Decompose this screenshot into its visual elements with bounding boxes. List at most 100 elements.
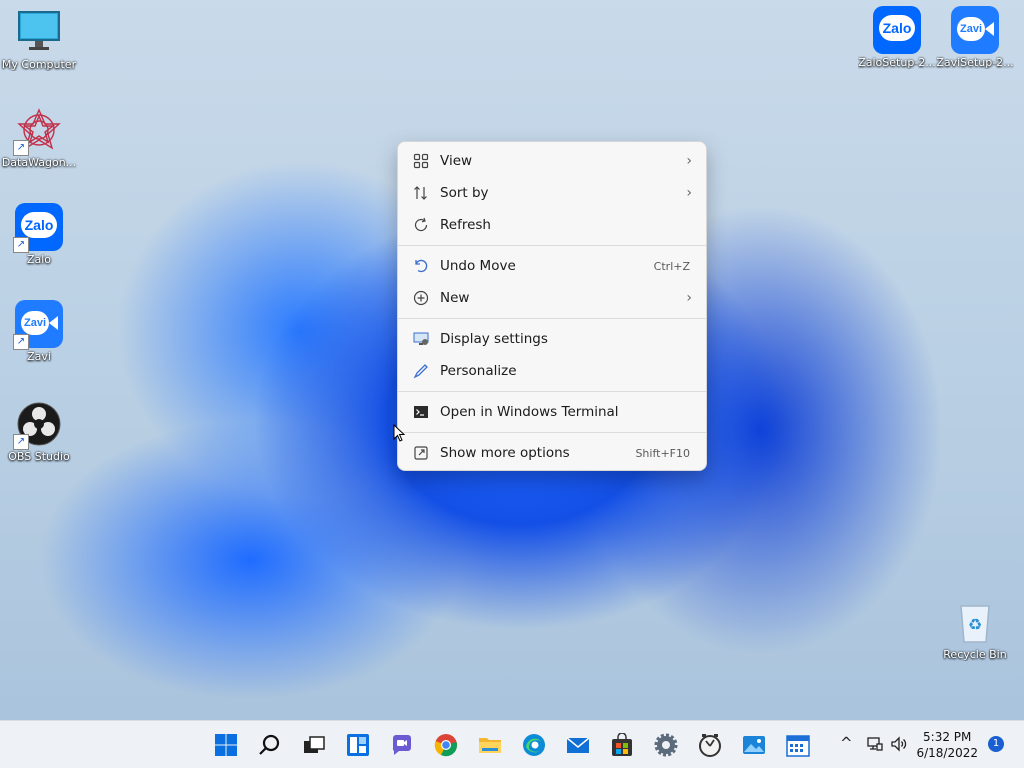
edge-icon — [523, 734, 545, 756]
menu-item-personalize[interactable]: Personalize — [398, 355, 706, 387]
menu-item-label: Undo Move — [440, 258, 516, 274]
desktop-icon-zalo[interactable]: Zalo ↗ Zalo — [0, 203, 78, 266]
mail-button[interactable] — [562, 729, 594, 761]
desktop-icon-zavi-setup[interactable]: Zavi ZaviSetup-2... — [936, 6, 1014, 69]
shortcut-arrow-icon: ↗ — [13, 434, 29, 450]
clock-app-button[interactable] — [694, 729, 726, 761]
zalo-icon: Zalo ↗ — [13, 203, 63, 253]
monitor-icon — [15, 8, 63, 56]
datawagon-icon: ↗ — [13, 106, 63, 156]
edge-button[interactable] — [518, 729, 550, 761]
store-button[interactable] — [606, 729, 638, 761]
menu-item-label: View — [440, 153, 473, 169]
menu-item-refresh[interactable]: Refresh — [398, 209, 706, 241]
start-button[interactable] — [210, 729, 242, 761]
menu-item-new[interactable]: New › — [398, 282, 706, 314]
desktop-icon-recycle-bin[interactable]: ♻ Recycle Bin — [936, 598, 1014, 661]
terminal-icon — [412, 403, 430, 421]
desktop-icon-my-computer[interactable]: My Computer — [0, 8, 78, 71]
desktop-icon-zalo-setup[interactable]: Zalo ZaloSetup-2... — [858, 6, 936, 69]
sort-icon — [412, 184, 430, 202]
chat-button[interactable] — [386, 729, 418, 761]
shortcut-arrow-icon: ↗ — [13, 140, 29, 156]
shortcut-arrow-icon: ↗ — [13, 237, 29, 253]
settings-icon — [654, 733, 678, 757]
store-icon — [612, 733, 632, 756]
zalo-logo-text: Zalo — [879, 15, 915, 41]
desktop-icon-label: DataWagon... — [1, 156, 77, 169]
chevron-right-icon: › — [686, 290, 692, 306]
desktop-icon-label: Zalo — [26, 253, 52, 266]
menu-separator — [398, 245, 706, 246]
mouse-cursor-icon — [393, 423, 406, 446]
calendar-button[interactable] — [782, 729, 814, 761]
desktop-icon-label: ZaviSetup-2... — [936, 56, 1014, 69]
zalo-logo-text: Zalo — [21, 212, 57, 238]
menu-item-shortcut: Shift+F10 — [635, 446, 690, 460]
file-explorer-button[interactable] — [474, 729, 506, 761]
zavi-logo-text: Zavi — [21, 311, 49, 335]
menu-item-label: Refresh — [440, 217, 491, 233]
chevron-right-icon: › — [686, 153, 692, 169]
desktop-icon-label: OBS Studio — [8, 450, 70, 463]
menu-item-shortcut: Ctrl+Z — [653, 259, 690, 273]
zavi-logo-text: Zavi — [957, 17, 985, 41]
chrome-icon — [434, 734, 457, 757]
mail-icon — [566, 737, 590, 753]
menu-item-show-more-options[interactable]: Show more options Shift+F10 — [398, 437, 706, 469]
notification-badge[interactable]: 1 — [988, 736, 1004, 752]
volume-icon[interactable] — [890, 735, 908, 757]
chevron-right-icon: › — [686, 185, 692, 201]
clock-date: 6/18/2022 — [916, 746, 978, 760]
taskbar-clock[interactable]: 5:32 PM 6/18/2022 — [916, 729, 978, 761]
zavi-icon: Zavi — [951, 6, 999, 54]
new-plus-icon — [412, 289, 430, 307]
photos-button[interactable] — [738, 729, 770, 761]
desktop-icon-label: Zavi — [27, 350, 51, 363]
menu-item-sort-by[interactable]: Sort by › — [398, 177, 706, 209]
menu-item-label: Show more options — [440, 445, 570, 461]
menu-separator — [398, 391, 706, 392]
menu-item-label: Sort by — [440, 185, 489, 201]
start-icon — [215, 734, 237, 756]
desktop-icon-obs[interactable]: ↗ OBS Studio — [0, 400, 78, 463]
recycle-bin-icon: ♻ — [951, 598, 999, 646]
menu-item-view[interactable]: View › — [398, 145, 706, 177]
menu-item-label: Display settings — [440, 331, 548, 347]
refresh-icon — [412, 216, 430, 234]
more-options-icon — [412, 444, 430, 462]
pen-icon — [412, 362, 430, 380]
photos-icon — [743, 736, 765, 754]
network-icon[interactable] — [866, 735, 884, 757]
display-icon — [412, 330, 430, 348]
desktop-context-menu: View › Sort by › Refresh Undo Move Ctrl+… — [397, 141, 707, 471]
taskbar: ^ 5:32 PM 6/18/2022 1 — [0, 720, 1024, 768]
menu-separator — [398, 432, 706, 433]
file-explorer-icon — [479, 738, 501, 753]
menu-separator — [398, 318, 706, 319]
desktop-icon-label: Recycle Bin — [943, 648, 1007, 661]
widgets-icon — [347, 734, 369, 756]
desktop-icon-zavi[interactable]: Zavi ↗ Zavi — [0, 300, 78, 363]
zavi-icon: Zavi ↗ — [13, 300, 63, 350]
chrome-button[interactable] — [430, 729, 462, 761]
task-view-button[interactable] — [298, 729, 330, 761]
menu-item-open-terminal[interactable]: Open in Windows Terminal — [398, 396, 706, 428]
menu-item-label: New — [440, 290, 470, 306]
shortcut-arrow-icon: ↗ — [13, 334, 29, 350]
chat-icon — [392, 735, 411, 755]
widgets-button[interactable] — [342, 729, 374, 761]
desktop-icon-label: My Computer — [1, 58, 77, 71]
menu-item-undo-move[interactable]: Undo Move Ctrl+Z — [398, 250, 706, 282]
obs-icon: ↗ — [13, 400, 63, 450]
desktop-icon-datawagon[interactable]: ↗ DataWagon... — [0, 106, 78, 169]
grid-view-icon — [412, 152, 430, 170]
task-view-icon — [304, 736, 325, 753]
taskbar-search-button[interactable] — [254, 729, 286, 761]
clock-time: 5:32 PM — [923, 730, 972, 744]
tray-overflow-chevron[interactable]: ^ — [840, 734, 853, 752]
menu-item-display-settings[interactable]: Display settings — [398, 323, 706, 355]
svg-text:♻: ♻ — [968, 615, 982, 634]
search-icon — [259, 734, 280, 755]
settings-button[interactable] — [650, 729, 682, 761]
